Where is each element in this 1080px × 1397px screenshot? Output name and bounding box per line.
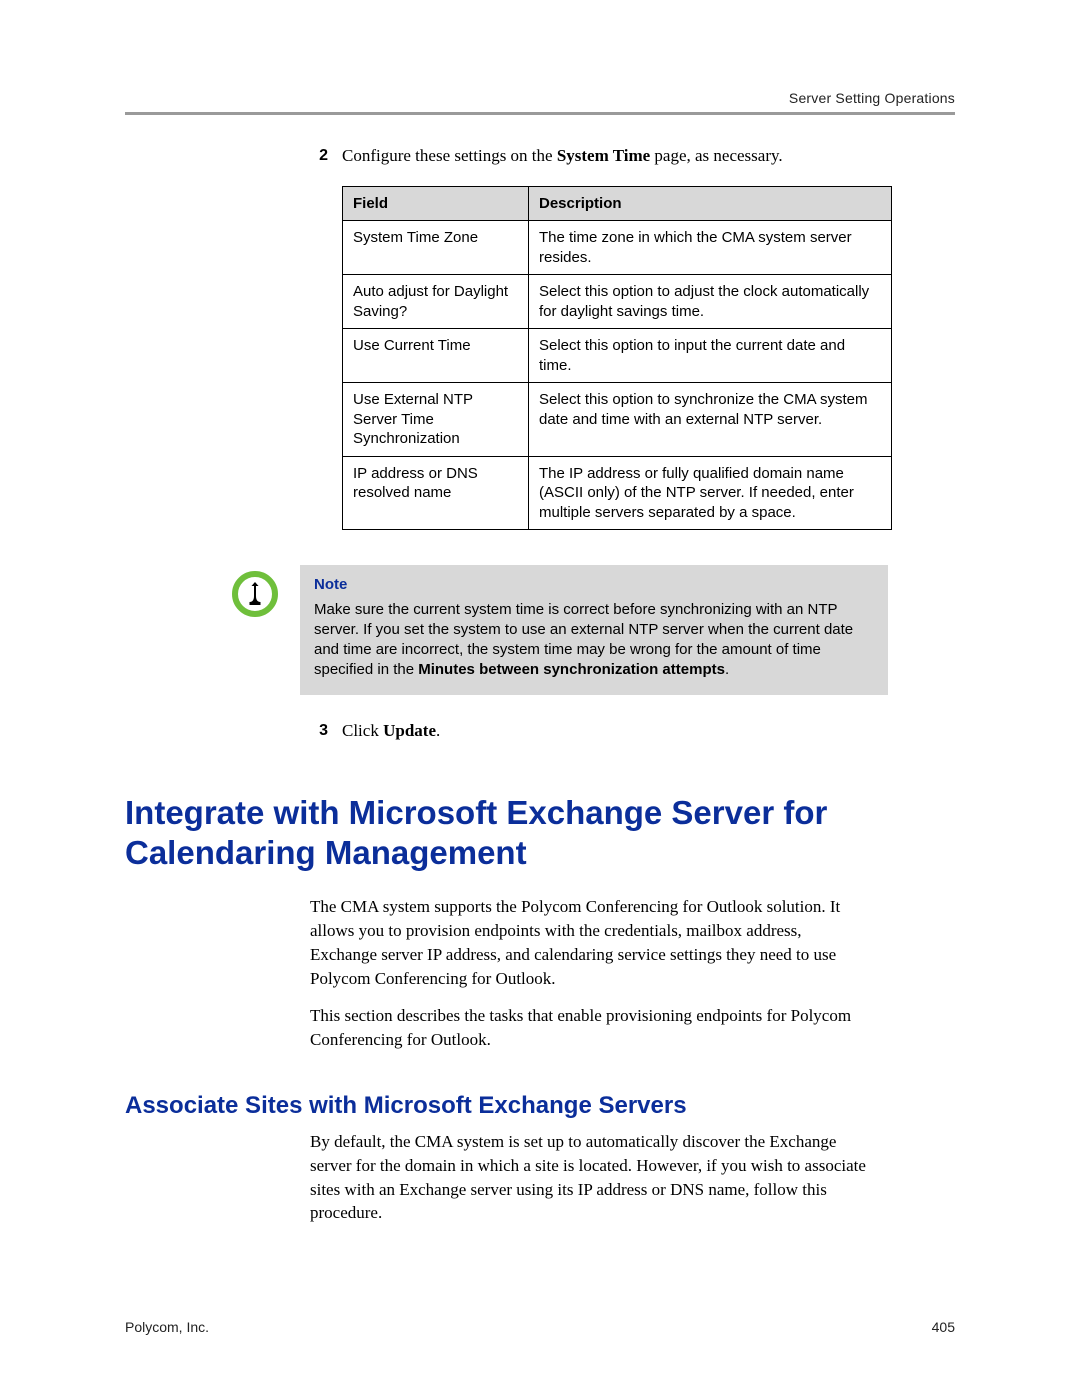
th-field: Field [343, 186, 529, 221]
step-2-bold: System Time [557, 146, 650, 165]
paragraph: This section describes the tasks that en… [310, 1004, 870, 1052]
step-text: Click Update. [342, 720, 440, 743]
cell-field: IP address or DNS resolved name [343, 456, 529, 530]
table-row: IP address or DNS resolved name The IP a… [343, 456, 892, 530]
step-text: Configure these settings on the System T… [342, 145, 783, 168]
step-3-post: . [436, 721, 440, 740]
cell-desc: Select this option to adjust the clock a… [529, 275, 892, 329]
step-2-post: page, as necessary. [650, 146, 782, 165]
step-2-pre: Configure these settings on the [342, 146, 557, 165]
note-body-post: . [725, 661, 729, 678]
note: Note Make sure the current system time i… [230, 565, 955, 694]
cell-desc: The IP address or fully qualified domain… [529, 456, 892, 530]
subsection-body: By default, the CMA system is set up to … [310, 1130, 955, 1225]
fields-table: Field Description System Time Zone The t… [342, 186, 892, 531]
table-row: Auto adjust for Daylight Saving? Select … [343, 275, 892, 329]
content-column: 2 Configure these settings on the System… [310, 145, 955, 743]
page-footer: Polycom, Inc. 405 [125, 1319, 955, 1335]
note-body: Make sure the current system time is cor… [314, 600, 874, 681]
table-row: Use Current Time Select this option to i… [343, 329, 892, 383]
step-3-pre: Click [342, 721, 383, 740]
cell-field: System Time Zone [343, 221, 529, 275]
cell-field: Use Current Time [343, 329, 529, 383]
step-2: 2 Configure these settings on the System… [310, 145, 955, 168]
step-number: 3 [310, 720, 328, 743]
th-desc: Description [529, 186, 892, 221]
cell-field: Use External NTP Server Time Synchroniza… [343, 383, 529, 457]
note-box: Note Make sure the current system time i… [300, 565, 888, 694]
step-number: 2 [310, 145, 328, 168]
note-icon [230, 569, 280, 619]
footer-right: 405 [932, 1319, 955, 1335]
subsection-heading: Associate Sites with Microsoft Exchange … [125, 1092, 955, 1120]
table-row: System Time Zone The time zone in which … [343, 221, 892, 275]
step-3: 3 Click Update. [310, 720, 955, 743]
footer-left: Polycom, Inc. [125, 1319, 209, 1335]
section-body: The CMA system supports the Polycom Conf… [310, 895, 955, 1052]
page: Server Setting Operations 2 Configure th… [0, 0, 1080, 1397]
section-heading: Integrate with Microsoft Exchange Server… [125, 793, 955, 874]
cell-desc: Select this option to synchronize the CM… [529, 383, 892, 457]
cell-desc: Select this option to input the current … [529, 329, 892, 383]
note-body-bold: Minutes between synchronization attempts [418, 661, 725, 678]
cell-field: Auto adjust for Daylight Saving? [343, 275, 529, 329]
table-row: Use External NTP Server Time Synchroniza… [343, 383, 892, 457]
header-rule [125, 112, 955, 115]
cell-desc: The time zone in which the CMA system se… [529, 221, 892, 275]
note-title: Note [314, 575, 874, 595]
table-header-row: Field Description [343, 186, 892, 221]
paragraph: By default, the CMA system is set up to … [310, 1130, 870, 1225]
paragraph: The CMA system supports the Polycom Conf… [310, 895, 870, 990]
running-head: Server Setting Operations [125, 90, 955, 106]
step-3-bold: Update [383, 721, 436, 740]
